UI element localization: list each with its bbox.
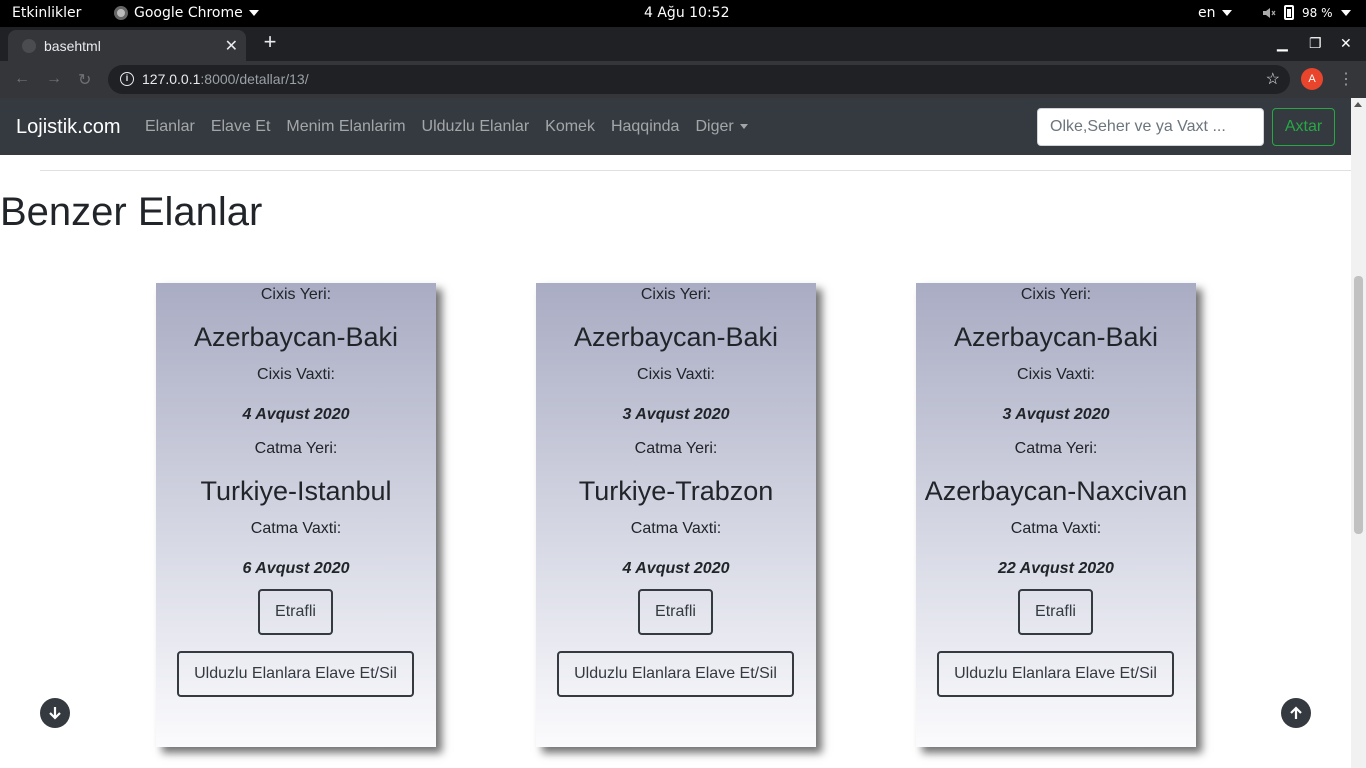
url-path: :8000/detallar/13/ bbox=[200, 71, 309, 87]
arrival-place: Turkiye-Istanbul bbox=[200, 476, 392, 506]
departure-place-label: Cixis Yeri: bbox=[260, 286, 332, 303]
speaker-muted-icon bbox=[1263, 7, 1276, 18]
arrow-down-icon bbox=[49, 707, 61, 720]
departure-time-label: Cixis Vaxti: bbox=[1017, 366, 1095, 383]
favorite-toggle-button[interactable]: Ulduzlu Elanlara Elave Et/Sil bbox=[937, 651, 1174, 697]
listing-card: Cixis Yeri: Azerbaycan-Baki Cixis Vaxti:… bbox=[156, 283, 436, 747]
arrival-date: 4 Avqust 2020 bbox=[622, 560, 730, 577]
nav-link-ulduzlu-elanlar[interactable]: Ulduzlu Elanlar bbox=[422, 118, 530, 136]
system-tray[interactable]: 98 % bbox=[1262, 5, 1351, 20]
profile-avatar[interactable]: A bbox=[1301, 68, 1323, 90]
arrival-place-label: Catma Yeri: bbox=[254, 440, 338, 457]
chevron-down-icon bbox=[1340, 9, 1351, 16]
activities-button[interactable]: Etkinlikler bbox=[12, 5, 81, 21]
arrival-time-label: Catma Vaxti: bbox=[250, 520, 342, 537]
close-tab-icon[interactable]: ✕ bbox=[225, 36, 238, 56]
nav-link-komek[interactable]: Komek bbox=[545, 118, 595, 136]
tab-title: basehtml bbox=[44, 38, 101, 54]
clock[interactable]: 4 Ağu 10:52 bbox=[644, 5, 730, 21]
page-scrollbar[interactable] bbox=[1351, 98, 1366, 768]
back-arrow-icon[interactable]: ← bbox=[14, 70, 30, 88]
arrival-date: 6 Avqust 2020 bbox=[242, 560, 350, 577]
arrival-date: 22 Avqust 2020 bbox=[998, 560, 1114, 577]
departure-place: Azerbaycan-Baki bbox=[193, 322, 399, 352]
address-bar[interactable]: i 127.0.0.1:8000/detallar/13/ ☆ bbox=[108, 65, 1290, 94]
chevron-down-icon bbox=[1221, 10, 1232, 16]
site-info-icon[interactable]: i bbox=[120, 72, 134, 86]
scroll-up-arrow-icon[interactable] bbox=[1354, 102, 1362, 107]
scroll-up-button[interactable] bbox=[1281, 698, 1311, 728]
favorite-toggle-button[interactable]: Ulduzlu Elanlara Elave Et/Sil bbox=[557, 651, 794, 697]
minimize-icon[interactable]: ▁ bbox=[1277, 35, 1288, 52]
chevron-down-icon bbox=[739, 124, 748, 130]
page-viewport: Lojistik.com Elanlar Elave Et Menim Elan… bbox=[0, 98, 1366, 768]
favorite-toggle-button[interactable]: Ulduzlu Elanlara Elave Et/Sil bbox=[177, 651, 414, 697]
url-text[interactable]: 127.0.0.1:8000/detallar/13/ bbox=[142, 71, 309, 87]
details-button[interactable]: Etrafli bbox=[258, 589, 333, 635]
departure-place-label: Cixis Yeri: bbox=[640, 286, 712, 303]
chrome-icon bbox=[114, 6, 128, 20]
os-top-bar: Etkinlikler Google Chrome 4 Ağu 10:52 en… bbox=[0, 0, 1366, 27]
language-label: en bbox=[1198, 5, 1216, 21]
chevron-down-icon bbox=[248, 10, 259, 16]
close-window-icon[interactable]: ✕ bbox=[1340, 35, 1352, 52]
listing-card: Cixis Yeri: Azerbaycan-Baki Cixis Vaxti:… bbox=[916, 283, 1196, 747]
arrival-time-label: Catma Vaxti: bbox=[630, 520, 722, 537]
favicon-icon bbox=[22, 39, 36, 53]
tab-strip: basehtml ✕ + ▁ ❐ ✕ bbox=[0, 27, 1366, 61]
arrival-place: Azerbaycan-Naxcivan bbox=[924, 476, 1188, 506]
arrival-place-label: Catma Yeri: bbox=[1014, 440, 1098, 457]
arrival-place: Turkiye-Trabzon bbox=[578, 476, 774, 506]
battery-percent: 98 % bbox=[1302, 5, 1333, 20]
scrollbar-thumb[interactable] bbox=[1354, 276, 1363, 534]
menu-kebab-icon[interactable]: ⋮ bbox=[1338, 69, 1354, 89]
app-name: Google Chrome bbox=[134, 5, 243, 21]
forward-arrow-icon[interactable]: → bbox=[46, 70, 62, 88]
nav-link-elanlar[interactable]: Elanlar bbox=[145, 118, 195, 136]
search-input[interactable] bbox=[1037, 108, 1264, 146]
toolbar: ← → ↻ i 127.0.0.1:8000/detallar/13/ ☆ A … bbox=[0, 61, 1366, 98]
departure-date: 3 Avqust 2020 bbox=[622, 406, 730, 423]
reload-icon[interactable]: ↻ bbox=[78, 70, 91, 90]
departure-time-label: Cixis Vaxti: bbox=[257, 366, 335, 383]
search-button[interactable]: Axtar bbox=[1272, 108, 1335, 146]
nav-dropdown-label: Diger bbox=[695, 118, 734, 135]
details-button[interactable]: Etrafli bbox=[638, 589, 713, 635]
departure-place: Azerbaycan-Baki bbox=[953, 322, 1159, 352]
departure-time-label: Cixis Vaxti: bbox=[637, 366, 715, 383]
url-host: 127.0.0.1 bbox=[142, 71, 201, 87]
listing-card: Cixis Yeri: Azerbaycan-Baki Cixis Vaxti:… bbox=[536, 283, 816, 747]
nav-link-haqqinda[interactable]: Haqqinda bbox=[611, 118, 680, 136]
divider bbox=[40, 170, 1351, 171]
restore-icon[interactable]: ❐ bbox=[1309, 35, 1322, 52]
site-navbar: Lojistik.com Elanlar Elave Et Menim Elan… bbox=[0, 98, 1351, 155]
arrow-up-icon bbox=[1290, 706, 1302, 719]
scroll-down-button[interactable] bbox=[40, 698, 70, 728]
nav-links: Elanlar Elave Et Menim Elanlarim Ulduzlu… bbox=[145, 118, 748, 136]
page-title: Benzer Elanlar bbox=[0, 190, 263, 234]
departure-date: 3 Avqust 2020 bbox=[1002, 406, 1110, 423]
browser-tab[interactable]: basehtml ✕ bbox=[8, 30, 246, 61]
details-button[interactable]: Etrafli bbox=[1018, 589, 1093, 635]
bookmark-star-icon[interactable]: ☆ bbox=[1266, 69, 1280, 89]
nav-link-elave-et[interactable]: Elave Et bbox=[211, 118, 271, 136]
nav-dropdown-diger[interactable]: Diger bbox=[695, 118, 748, 136]
departure-place: Azerbaycan-Baki bbox=[573, 322, 779, 352]
departure-place-label: Cixis Yeri: bbox=[1020, 286, 1092, 303]
departure-date: 4 Avqust 2020 bbox=[242, 406, 350, 423]
site-brand[interactable]: Lojistik.com bbox=[16, 116, 120, 139]
new-tab-button[interactable]: + bbox=[258, 31, 282, 55]
app-menu[interactable]: Google Chrome bbox=[114, 5, 259, 21]
nav-link-menim-elanlarim[interactable]: Menim Elanlarim bbox=[286, 118, 405, 136]
language-indicator[interactable]: en bbox=[1198, 5, 1232, 21]
arrival-place-label: Catma Yeri: bbox=[634, 440, 718, 457]
arrival-time-label: Catma Vaxti: bbox=[1010, 520, 1102, 537]
battery-icon bbox=[1284, 5, 1294, 20]
